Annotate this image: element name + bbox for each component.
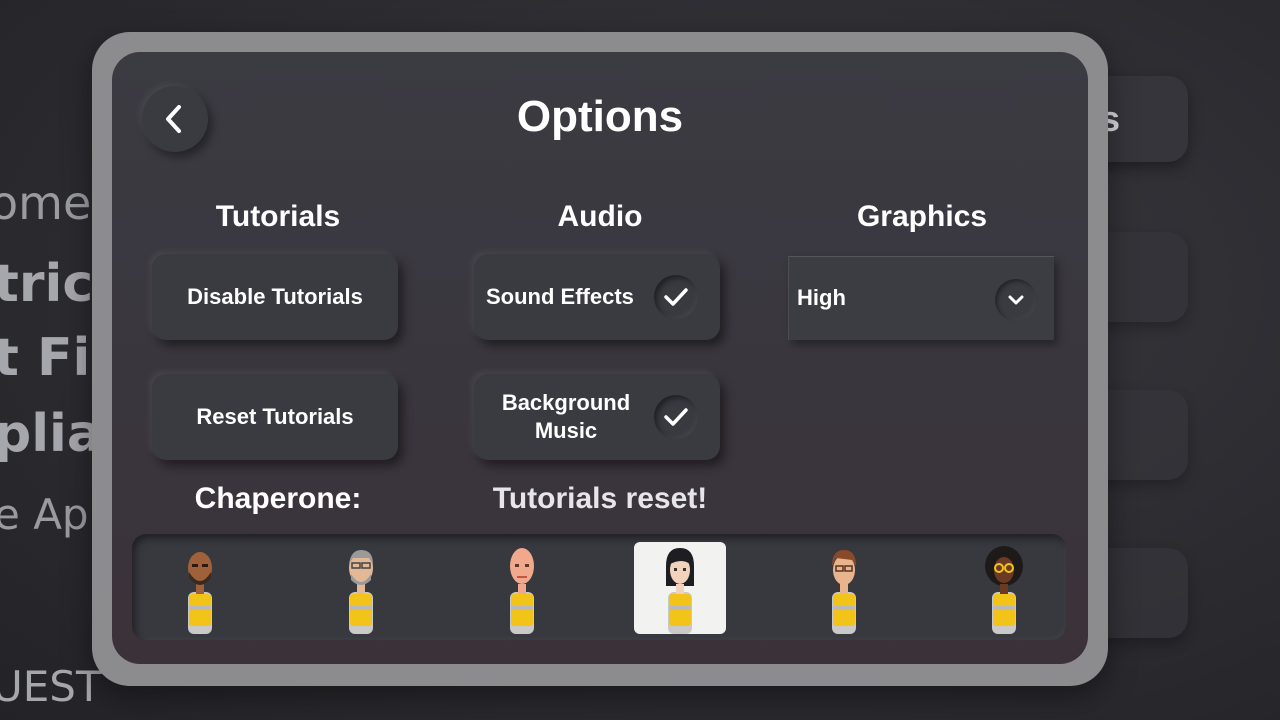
reset-tutorials-button[interactable]: Reset Tutorials <box>152 374 398 460</box>
avatar-character-icon <box>832 550 856 634</box>
checkmark-icon <box>664 408 688 426</box>
chaperone-avatar-3[interactable] <box>476 542 568 634</box>
dropdown-toggle[interactable] <box>995 279 1037 321</box>
avatar-character-icon <box>666 548 694 634</box>
background-quest-label: UEST <box>0 662 102 711</box>
sound-effects-toggle[interactable]: Sound Effects <box>474 254 720 340</box>
chaperone-avatar-6[interactable] <box>958 542 1050 634</box>
avatar-character-icon <box>985 546 1023 634</box>
graphics-quality-value: High <box>797 285 846 310</box>
background-music-checkbox[interactable] <box>654 395 698 439</box>
chaperone-avatar-2[interactable] <box>315 542 407 634</box>
chevron-down-icon <box>1008 295 1024 305</box>
avatar-character-icon <box>349 550 373 634</box>
graphics-heading: Graphics <box>856 200 988 233</box>
background-title-line-3: plia <box>0 404 102 464</box>
checkmark-icon <box>664 288 688 306</box>
tutorials-heading: Tutorials <box>215 200 341 233</box>
chaperone-avatar-1[interactable] <box>154 542 246 634</box>
chaperone-avatar-4[interactable] <box>634 542 726 634</box>
status-message: Tutorials reset! <box>492 482 708 515</box>
chaperone-avatar-5[interactable] <box>798 542 890 634</box>
chaperone-avatar-selector <box>132 534 1066 640</box>
sound-effects-label: Sound Effects <box>486 284 634 309</box>
options-dialog: Options Tutorials Audio Graphics Disable… <box>112 52 1088 664</box>
chaperone-label: Chaperone: <box>194 482 362 515</box>
background-music-toggle[interactable]: Background Music <box>474 374 720 460</box>
graphics-quality-dropdown[interactable]: High <box>788 256 1054 340</box>
audio-heading: Audio <box>557 200 643 233</box>
disable-tutorials-button[interactable]: Disable Tutorials <box>152 254 398 340</box>
page-title: Options <box>516 92 684 141</box>
avatar-character-icon <box>188 552 212 634</box>
sound-effects-checkbox[interactable] <box>654 275 698 319</box>
avatar-character-icon <box>510 548 534 634</box>
background-music-label: Background Music <box>501 390 631 443</box>
